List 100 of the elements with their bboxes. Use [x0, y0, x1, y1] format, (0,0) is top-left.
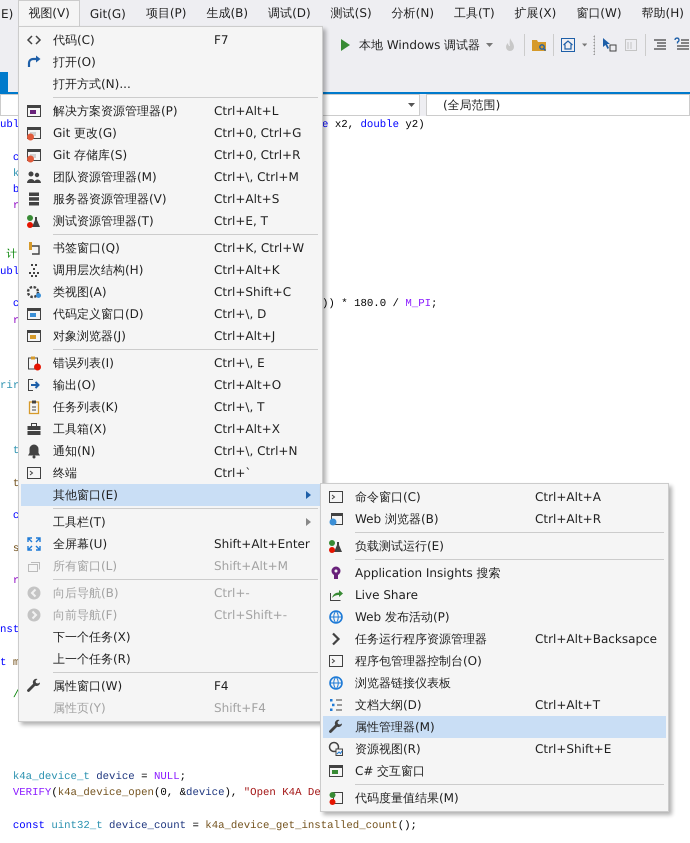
globe-icon	[328, 609, 344, 625]
caret-icon	[582, 43, 587, 47]
bell-icon	[26, 443, 42, 459]
wrench-icon	[26, 678, 42, 694]
code-line: )) * 180.0 / M_PI;	[322, 297, 438, 312]
submenu-arrow-icon	[306, 518, 311, 526]
menu-bar-item[interactable]: Git(G)	[80, 0, 136, 26]
people-icon	[26, 169, 42, 185]
menu-item[interactable]: 调用层次结构(H) Ctrl+Alt+K	[21, 259, 320, 281]
menu-bar-item[interactable]: 测试(S)	[320, 0, 382, 26]
menu-item[interactable]: 程序包管理器控制台(O)	[323, 650, 666, 672]
window-icon	[328, 511, 344, 527]
menu-item[interactable]: Web 发布活动(P)	[323, 606, 666, 628]
window-icon	[328, 790, 344, 806]
menu-item[interactable]: 下一个任务(X)	[21, 626, 320, 648]
menu-item[interactable]: 团队资源管理器(M) Ctrl+\, Ctrl+M	[21, 166, 320, 188]
menu-item[interactable]: 代码定义窗口(D) Ctrl+\, D	[21, 303, 320, 325]
code-line: ubl	[0, 264, 20, 280]
terminal-icon	[26, 465, 42, 481]
code-line: r	[12, 314, 20, 329]
menu-item[interactable]: Web 浏览器(B) Ctrl+Alt+R	[323, 508, 666, 530]
globe-icon	[328, 675, 344, 691]
menu-item[interactable]: 属性管理器(M)	[323, 716, 666, 738]
menu-item[interactable]: 输出(O) Ctrl+Alt+O	[21, 374, 320, 396]
code-line: k4a_device_t device = NULL;	[12, 770, 186, 785]
menu-item[interactable]: 打开(O)	[21, 51, 320, 73]
window-icon	[26, 147, 42, 163]
code-line: e x2, double y2)	[322, 118, 425, 133]
window-icon	[328, 763, 344, 779]
menu-bar-item[interactable]: 调试(D)	[258, 0, 321, 26]
resource-icon	[328, 741, 344, 757]
menu-bar-item[interactable]: E)	[0, 0, 18, 26]
menu-item[interactable]: 错误列表(I) Ctrl+\, E	[21, 352, 320, 374]
menu-item[interactable]: 服务器资源管理器(V) Ctrl+Alt+S	[21, 188, 320, 210]
home-icon	[560, 37, 576, 53]
menu-item[interactable]: 终端 Ctrl+`	[21, 462, 320, 484]
scope-dropdown[interactable]: (全局范围)	[426, 94, 690, 116]
code-line: /	[12, 688, 20, 704]
caret-icon	[408, 103, 415, 107]
menu-item[interactable]: 浏览器链接仪表板	[323, 672, 666, 694]
cursor-icon	[601, 37, 618, 53]
menu-item[interactable]: 全屏幕(U) Shift+Alt+Enter	[21, 533, 320, 555]
menu-item[interactable]: Application Insights 搜索	[323, 562, 666, 584]
clipboard-icon	[26, 399, 42, 415]
menu-item[interactable]: 通知(N) Ctrl+\, Ctrl+N	[21, 440, 320, 462]
forward-icon	[26, 607, 42, 623]
code-line: VERIFY(k4a_device_open(0, &device), "Open K4A De	[12, 786, 321, 802]
curved-arrow-icon	[26, 54, 42, 70]
back-icon	[26, 585, 42, 601]
menu-bar-item[interactable]: 帮助(H)	[632, 0, 690, 26]
menu-item[interactable]: 工具栏(T)	[21, 511, 320, 533]
menu-item[interactable]: 代码度量值结果(M)	[323, 787, 666, 809]
menu-bar-item[interactable]: 项目(P)	[136, 0, 196, 26]
hierarchy-icon	[26, 262, 42, 278]
menu-bar-item[interactable]: 视图(V)	[18, 0, 80, 26]
wrench-icon	[328, 719, 344, 735]
menu-item[interactable]: Git 存储库(S) Ctrl+0, Ctrl+R	[21, 144, 320, 166]
menu-item[interactable]: 对象浏览器(J) Ctrl+Alt+J	[21, 325, 320, 347]
menu-item[interactable]: 解决方案资源管理器(P) Ctrl+Alt+L	[21, 100, 320, 122]
document-tab[interactable]	[0, 72, 8, 92]
menu-item[interactable]: 类视图(A) Ctrl+Shift+C	[21, 281, 320, 303]
code-line: nst	[0, 623, 20, 638]
window-icon	[26, 103, 42, 119]
code-line: s	[12, 542, 20, 557]
arrow-icon	[26, 377, 42, 393]
menu-item[interactable]: 文档大纲(D) Ctrl+Alt+T	[323, 694, 666, 716]
code-line: ubl	[0, 119, 20, 131]
debug-button[interactable]: 本地 Windows 调试器	[334, 34, 496, 56]
menu-item[interactable]: 属性窗口(W) F4	[21, 675, 320, 697]
menu-item[interactable]: 资源视图(R) Ctrl+Shift+E	[323, 738, 666, 760]
menu-item[interactable]: 负载测试运行(E)	[323, 535, 666, 557]
menu-bar-item[interactable]: 分析(N)	[382, 0, 444, 26]
menu-bar-item[interactable]: 工具(T)	[444, 0, 505, 26]
window-icon	[623, 37, 640, 53]
code-line: r	[12, 199, 20, 214]
code-line: rir	[0, 378, 20, 394]
code-line: t	[12, 476, 20, 492]
menu-bar-item[interactable]: 生成(B)	[196, 0, 258, 26]
menu-item[interactable]: 上一个任务(R)	[21, 648, 320, 670]
menu-item[interactable]: 代码(C) F7	[21, 29, 320, 51]
menu-bar-item[interactable]: 窗口(W)	[566, 0, 632, 26]
code-line: 计	[5, 247, 18, 264]
menu-item[interactable]: C# 交互窗口	[323, 760, 666, 782]
menu-item[interactable]: Git 更改(G) Ctrl+0, Ctrl+G	[21, 122, 320, 144]
menu-item[interactable]: 测试资源管理器(T) Ctrl+E, T	[21, 210, 320, 232]
menu-item[interactable]: 其他窗口(E)	[21, 484, 320, 506]
server-icon	[26, 191, 42, 207]
bookmark-icon	[26, 240, 42, 256]
menu-item[interactable]: 工具箱(X) Ctrl+Alt+X	[21, 418, 320, 440]
terminal-icon	[328, 489, 344, 505]
menu-item[interactable]: 书签窗口(Q) Ctrl+K, Ctrl+W	[21, 237, 320, 259]
menu-bar-item[interactable]: 扩展(X)	[504, 0, 566, 26]
menu-item[interactable]: 命令窗口(C) Ctrl+Alt+A	[323, 486, 666, 508]
caret-icon	[486, 43, 494, 47]
menu-item[interactable]: 任务运行程序资源管理器 Ctrl+Alt+Backsapce	[323, 628, 666, 650]
share-icon	[328, 587, 344, 603]
menu-item[interactable]: 任务列表(K) Ctrl+\, T	[21, 396, 320, 418]
toolbox-icon	[26, 421, 42, 437]
menu-item[interactable]: Live Share	[323, 584, 666, 606]
expand-icon	[26, 536, 42, 552]
